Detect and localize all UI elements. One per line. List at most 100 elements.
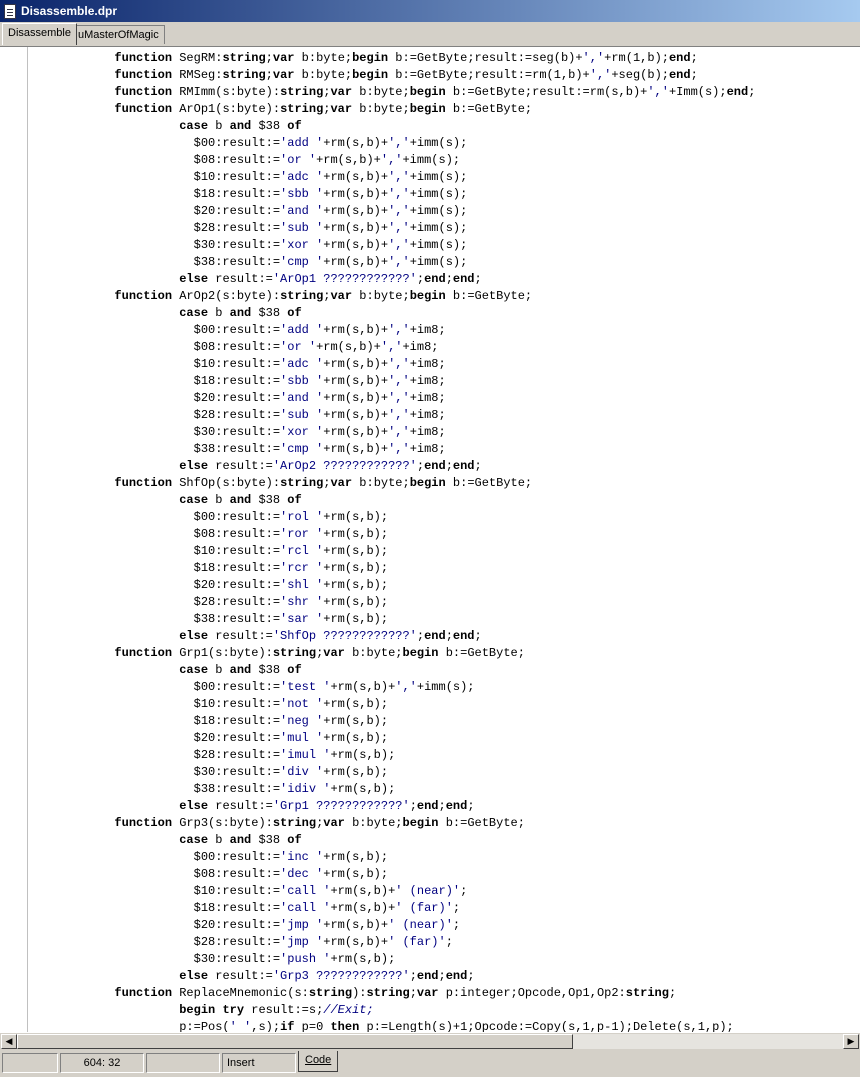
scroll-thumb[interactable] (17, 1034, 573, 1049)
code-line[interactable]: $00:result:='add '+rm(s,b)+','+im8; (28, 322, 860, 339)
code-line[interactable]: $00:result:='rol '+rm(s,b); (28, 509, 860, 526)
code-token: +rm(s,b)+ (323, 408, 389, 422)
code-line[interactable]: case b and $38 of (28, 662, 860, 679)
code-token: else (179, 272, 209, 286)
code-line[interactable]: $10:result:='rcl '+rm(s,b); (28, 543, 860, 560)
code-token: $38:result:= (28, 612, 281, 626)
code-line[interactable]: else result:='ShfOp ????????????';end;en… (28, 628, 860, 645)
code-token: end (452, 629, 475, 643)
code-line[interactable]: $28:result:='shr '+rm(s,b); (28, 594, 860, 611)
code-line[interactable]: $18:result:='call '+rm(s,b)+' (far)'; (28, 900, 860, 917)
code-line[interactable]: $08:result:='ror '+rm(s,b); (28, 526, 860, 543)
code-line[interactable]: $18:result:='sbb '+rm(s,b)+','+im8; (28, 373, 860, 390)
code-token: ; (438, 799, 446, 813)
code-line[interactable]: function RMSeg:string;var b:byte;begin b… (28, 67, 860, 84)
scroll-left-arrow-icon[interactable]: ◀ (1, 1034, 17, 1049)
code-line[interactable]: else result:='ArOp1 ????????????';end;en… (28, 271, 860, 288)
code-token: case (179, 306, 209, 320)
code-token: function (114, 476, 173, 490)
code-token: of (287, 119, 302, 133)
code-line[interactable]: case b and $38 of (28, 305, 860, 322)
code-token: end (424, 272, 446, 286)
code-token: $20:result:= (28, 391, 281, 405)
tab-disassemble[interactable]: Disassemble (2, 23, 77, 45)
code-line[interactable]: $38:result:='sar '+rm(s,b); (28, 611, 860, 628)
code-token: var (272, 51, 295, 65)
code-line[interactable]: function ShfOp(s:byte):string;var b:byte… (28, 475, 860, 492)
code-line[interactable]: function ArOp1(s:byte):string;var b:byte… (28, 101, 860, 118)
code-line[interactable]: $00:result:='inc '+rm(s,b); (28, 849, 860, 866)
code-line[interactable]: $30:result:='push '+rm(s,b); (28, 951, 860, 968)
code-area[interactable]: function SegRM:string;var b:byte;begin b… (28, 50, 860, 1032)
tab-umasterofmagic[interactable]: uMasterOfMagic (72, 25, 165, 44)
code-line[interactable]: $10:result:='call '+rm(s,b)+' (near)'; (28, 883, 860, 900)
code-line[interactable]: $38:result:='cmp '+rm(s,b)+','+imm(s); (28, 254, 860, 271)
code-line[interactable]: $20:result:='mul '+rm(s,b); (28, 730, 860, 747)
code-token: +rm(s,b)+ (323, 238, 389, 252)
code-token: 'and ' (280, 391, 324, 405)
code-line[interactable]: $20:result:='jmp '+rm(s,b)+' (near)'; (28, 917, 860, 934)
code-line[interactable]: $28:result:='jmp '+rm(s,b)+' (far)'; (28, 934, 860, 951)
code-line[interactable]: begin try result:=s;//Exit; (28, 1002, 860, 1019)
code-line[interactable]: case b and $38 of (28, 118, 860, 135)
code-line[interactable]: $10:result:='not '+rm(s,b); (28, 696, 860, 713)
code-line[interactable]: $20:result:='and '+rm(s,b)+','+im8; (28, 390, 860, 407)
code-line[interactable]: p:=Pos(' ',s);if p=0 then p:=Length(s)+1… (28, 1019, 860, 1032)
code-line[interactable]: $38:result:='cmp '+rm(s,b)+','+im8; (28, 441, 860, 458)
code-token: b (208, 833, 230, 847)
code-line[interactable]: case b and $38 of (28, 492, 860, 509)
code-line[interactable]: $30:result:='div '+rm(s,b); (28, 764, 860, 781)
code-line[interactable]: $18:result:='neg '+rm(s,b); (28, 713, 860, 730)
code-token: $08:result:= (28, 153, 281, 167)
code-token: begin (409, 289, 446, 303)
code-token: end (726, 85, 749, 99)
code-token: $10:result:= (28, 544, 281, 558)
code-line[interactable]: $38:result:='idiv '+rm(s,b); (28, 781, 860, 798)
code-line[interactable]: $30:result:='xor '+rm(s,b)+','+imm(s); (28, 237, 860, 254)
code-token: +imm(s); (409, 187, 468, 201)
code-line[interactable]: $18:result:='rcr '+rm(s,b); (28, 560, 860, 577)
code-line[interactable]: $28:result:='sub '+rm(s,b)+','+im8; (28, 407, 860, 424)
code-token: 'ShfOp ????????????' (272, 629, 417, 643)
code-line[interactable]: $08:result:='dec '+rm(s,b); (28, 866, 860, 883)
code-line[interactable]: else result:='Grp1 ????????????';end;end… (28, 798, 860, 815)
code-token: $00:result:= (28, 510, 281, 524)
code-line[interactable]: else result:='Grp3 ????????????';end;end… (28, 968, 860, 985)
code-line[interactable]: function Grp3(s:byte):string;var b:byte;… (28, 815, 860, 832)
code-line[interactable]: function ArOp2(s:byte):string;var b:byte… (28, 288, 860, 305)
code-token: b:=GetByte;result:=rm(s,b)+ (445, 85, 648, 99)
code-line[interactable]: $20:result:='shl '+rm(s,b); (28, 577, 860, 594)
code-line[interactable]: $30:result:='xor '+rm(s,b)+','+im8; (28, 424, 860, 441)
code-line[interactable]: $10:result:='adc '+rm(s,b)+','+imm(s); (28, 169, 860, 186)
code-token: p=0 (294, 1020, 331, 1032)
code-token: $28:result:= (28, 935, 281, 949)
code-editor[interactable]: function SegRM:string;var b:byte;begin b… (0, 46, 860, 1032)
horizontal-scrollbar[interactable]: ◀ ▶ (0, 1032, 860, 1050)
code-line[interactable]: $08:result:='or '+rm(s,b)+','+imm(s); (28, 152, 860, 169)
editor-gutter[interactable] (0, 47, 28, 1032)
code-line[interactable]: function RMImm(s:byte):string; var b:byte… (28, 84, 860, 101)
code-line[interactable]: function ReplaceMnemonic(s:string):strin… (28, 985, 860, 1002)
code-token: string (280, 85, 324, 99)
code-line[interactable]: function Grp1(s:byte):string;var b:byte;… (28, 645, 860, 662)
code-line[interactable]: $00:result:='add '+rm(s,b)+','+imm(s); (28, 135, 860, 152)
code-line[interactable]: case b and $38 of (28, 832, 860, 849)
code-line[interactable]: $18:result:='sbb '+rm(s,b)+','+imm(s); (28, 186, 860, 203)
code-line[interactable]: $00:result:='test '+rm(s,b)+','+imm(s); (28, 679, 860, 696)
code-token: $18:result:= (28, 374, 281, 388)
code-line[interactable]: function SegRM:string;var b:byte;begin b… (28, 50, 860, 67)
code-line[interactable]: $08:result:='or '+rm(s,b)+','+im8; (28, 339, 860, 356)
code-line[interactable]: $28:result:='imul '+rm(s,b); (28, 747, 860, 764)
code-token: b:byte; (352, 102, 410, 116)
code-line[interactable]: $20:result:='and '+rm(s,b)+','+imm(s); (28, 203, 860, 220)
scroll-right-arrow-icon[interactable]: ▶ (843, 1034, 859, 1049)
tab-code-view[interactable]: Code (298, 1051, 339, 1072)
code-line[interactable]: else result:='ArOp2 ????????????';end;en… (28, 458, 860, 475)
code-token: b:byte; (344, 816, 403, 830)
code-line[interactable]: $10:result:='adc '+rm(s,b)+','+im8; (28, 356, 860, 373)
code-line[interactable]: $28:result:='sub '+rm(s,b)+','+imm(s); (28, 220, 860, 237)
code-token: and (229, 493, 252, 507)
code-token: $18:result:= (28, 901, 281, 915)
